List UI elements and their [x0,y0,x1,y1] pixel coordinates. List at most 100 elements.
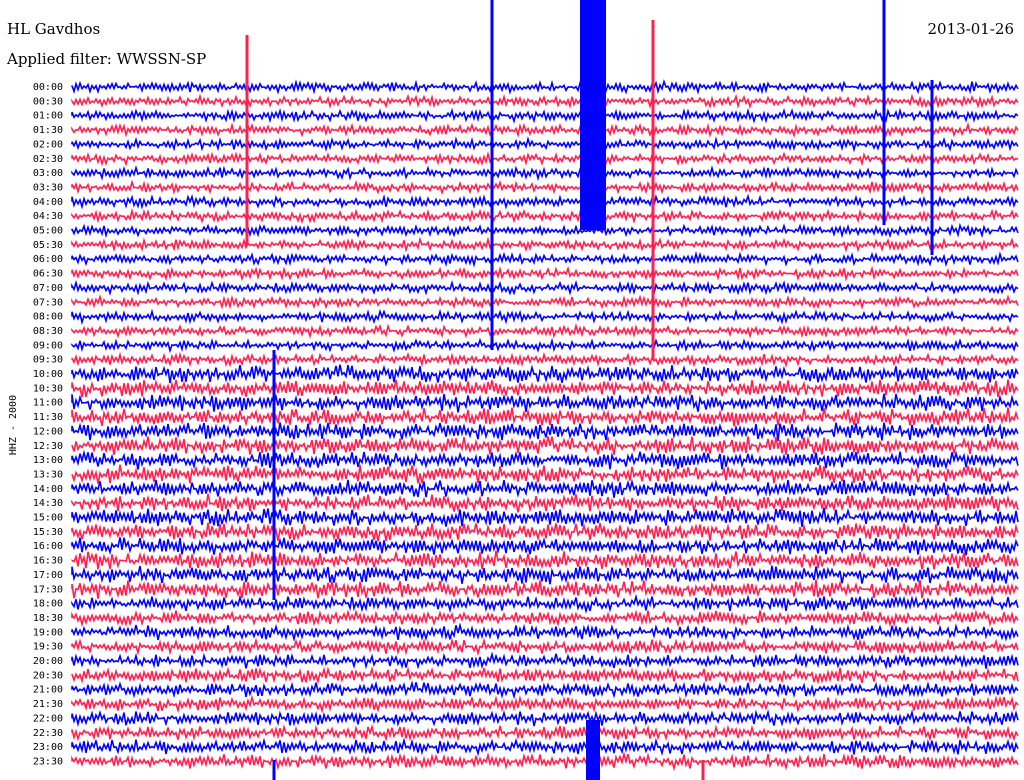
trace-row [71,709,1019,728]
time-tick-label: 19:00 [33,627,63,638]
trace-row [71,436,1019,455]
time-tick-label: 18:00 [33,599,63,610]
trace-row [71,364,1019,384]
time-tick-label: 14:30 [33,498,63,509]
event-spike [651,20,655,360]
time-tick-label: 09:30 [33,355,63,366]
event-spike [272,350,276,600]
event-spike [580,0,606,230]
trace-row [71,622,1019,643]
time-tick-label: 15:00 [33,513,63,524]
time-tick-label: 00:00 [33,82,63,93]
time-tick-label: 04:30 [33,211,63,222]
time-tick-label: 21:00 [33,685,63,696]
seismogram-traces [71,0,1019,780]
trace-row [71,737,1019,757]
trace-row [71,236,1019,253]
time-tick-label: 12:30 [33,441,63,452]
time-tick-label: 02:00 [33,139,63,150]
time-tick-label: 11:30 [33,412,63,423]
time-tick-label: 23:00 [33,742,63,753]
time-tick-label: 23:30 [33,756,63,767]
time-tick-label: 13:00 [33,455,63,466]
time-tick-label: 02:30 [33,154,63,165]
time-tick-label: 10:30 [33,383,63,394]
time-tick-label: 17:00 [33,570,63,581]
trace-row [71,680,1019,700]
event-spike [490,0,494,350]
time-tick-label: 22:30 [33,728,63,739]
trace-row [71,93,1019,110]
time-tick-label: 00:30 [33,96,63,107]
trace-row [71,579,1019,599]
trace-row [71,449,1019,471]
time-tick-label: 16:00 [33,541,63,552]
trace-row [71,507,1019,528]
time-tick-label: 16:30 [33,556,63,567]
time-tick-label: 18:30 [33,613,63,624]
trace-row [71,493,1019,513]
event-spike [245,35,249,245]
trace-row [71,723,1019,742]
trace-row [71,193,1019,210]
time-tick-label: 01:00 [33,111,63,122]
time-tick-label: 20:00 [33,656,63,667]
time-tick-labels: 00:00 00:30 01:00 01:30 02:00 02:30 03:00 03:30… [33,82,63,767]
trace-row [71,122,1019,139]
time-tick-label: 05:00 [33,226,63,237]
time-tick-label: 13:30 [33,469,63,480]
trace-row [71,593,1019,615]
trace-row [71,651,1019,670]
time-tick-label: 03:00 [33,168,63,179]
trace-row [71,107,1019,124]
event-spike [586,720,600,780]
trace-row [71,250,1019,268]
time-tick-label: 10:00 [33,369,63,380]
time-tick-label: 17:30 [33,584,63,595]
event-spike [882,0,886,225]
time-tick-label: 14:00 [33,484,63,495]
time-tick-label: 04:00 [33,197,63,208]
event-spike [701,760,705,780]
event-spike [272,760,276,780]
time-tick-label: 21:30 [33,699,63,710]
trace-row [71,78,1019,95]
trace-row [71,393,1019,413]
event-spike [930,80,934,255]
trace-row [71,136,1019,153]
time-tick-label: 06:30 [33,269,63,280]
trace-row [71,165,1019,182]
trace-row [71,751,1019,772]
trace-row [71,294,1019,310]
trace-row [71,666,1019,685]
trace-row [71,308,1019,326]
trace-row [71,322,1019,340]
time-tick-label: 20:30 [33,670,63,681]
helicorder-plot: HHZ - 2000 00:00 00:30 01:00 01:30 02:00 02:3… [8,0,1019,780]
trace-row [71,478,1019,499]
trace-row [71,565,1019,585]
trace-row [71,637,1019,657]
time-tick-label: 07:00 [33,283,63,294]
time-tick-label: 15:30 [33,527,63,538]
trace-row [71,279,1019,296]
trace-row [71,422,1019,441]
trace-row [71,379,1019,398]
trace-row [71,150,1019,167]
time-tick-label: 19:30 [33,642,63,653]
time-tick-label: 07:30 [33,297,63,308]
trace-row [71,179,1019,196]
time-tick-label: 11:00 [33,398,63,409]
trace-row [71,609,1019,628]
time-tick-label: 08:00 [33,312,63,323]
trace-row [71,351,1019,369]
trace-row [71,207,1019,225]
time-tick-label: 01:30 [33,125,63,136]
time-tick-label: 22:00 [33,713,63,724]
time-tick-label: 05:30 [33,240,63,251]
trace-row [71,222,1019,239]
time-tick-label: 06:00 [33,254,63,265]
time-tick-label: 03:30 [33,182,63,193]
trace-row [71,694,1019,714]
trace-row [71,337,1019,354]
